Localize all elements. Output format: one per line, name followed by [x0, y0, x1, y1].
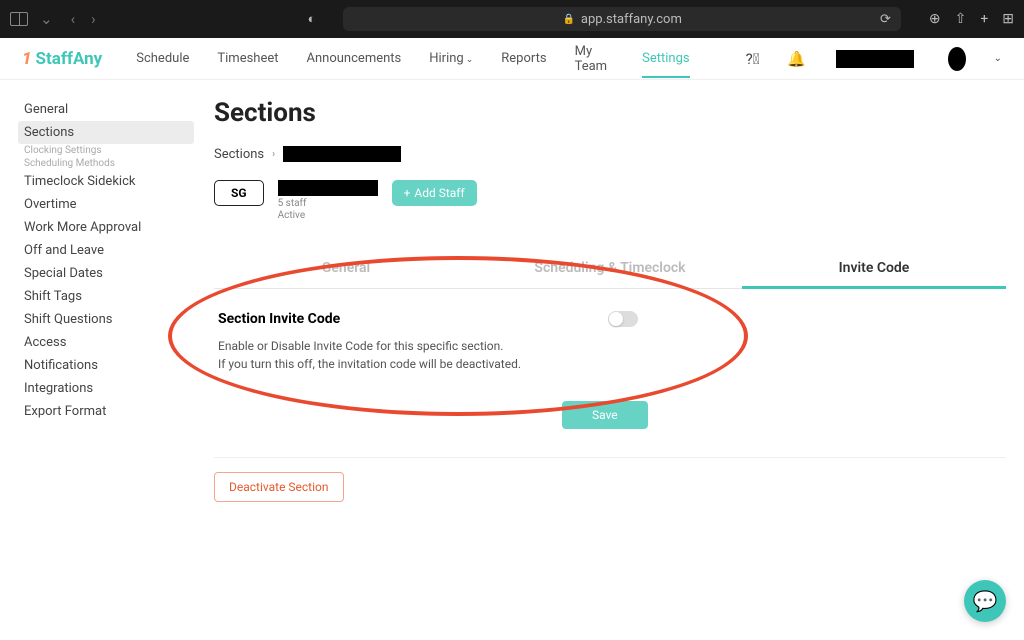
deactivate-section-button[interactable]: Deactivate Section — [214, 472, 344, 502]
tab-invitecode[interactable]: Invite Code — [742, 250, 1006, 289]
section-status: Active — [278, 210, 378, 222]
share-icon[interactable]: ⇧ — [955, 11, 967, 27]
breadcrumb-root[interactable]: Sections — [214, 147, 264, 162]
download-icon[interactable]: ⊕ — [929, 11, 941, 27]
sidebar-item-timeclock-sidekick[interactable]: Timeclock Sidekick — [18, 170, 194, 193]
help-icon[interactable]: ?⃝ — [746, 50, 760, 68]
sidebar-sub-scheduling[interactable]: Scheduling Methods — [18, 157, 194, 170]
section-name-redacted — [278, 180, 378, 196]
section-tabs: General Scheduling & Timeclock Invite Co… — [214, 250, 1006, 289]
sidebar-item-shiftquestions[interactable]: Shift Questions — [18, 308, 194, 331]
save-button[interactable]: Save — [562, 401, 648, 429]
add-staff-button[interactable]: + Add Staff — [392, 180, 477, 206]
country-chip[interactable]: SG — [214, 180, 264, 206]
sidebar-item-workmore[interactable]: Work More Approval — [18, 216, 194, 239]
chevron-right-icon: › — [272, 149, 275, 160]
browser-chrome: ⌄ ‹ › ◐ 🔒 app.staffany.com ⟳ ⊕ ⇧ + ⊞ — [0, 0, 1024, 38]
chevron-down-icon[interactable]: ⌄ — [994, 53, 1002, 64]
page-title: Sections — [214, 98, 1006, 128]
user-name-redacted — [836, 50, 914, 68]
nav-reports[interactable]: Reports — [501, 51, 546, 66]
nav-myteam[interactable]: My Team — [575, 44, 615, 74]
chat-icon: 💬 — [973, 589, 998, 613]
tabs-icon[interactable]: ⊞ — [1002, 11, 1014, 27]
logo-mark-icon: 1 — [22, 49, 32, 69]
chevron-down-icon[interactable]: ⌄ — [40, 10, 53, 28]
tab-general[interactable]: General — [214, 250, 478, 288]
shield-icon[interactable]: ◐ — [308, 11, 316, 27]
content-area: Sections Sections › SG 5 staff Active + … — [194, 98, 1006, 502]
sidebar-item-general[interactable]: General — [18, 98, 194, 121]
settings-sidebar: General Sections Clocking Settings Sched… — [18, 98, 194, 502]
tab-scheduling[interactable]: Scheduling & Timeclock — [478, 250, 742, 288]
new-tab-icon[interactable]: + — [980, 11, 988, 27]
reload-icon[interactable]: ⟳ — [880, 12, 891, 27]
add-staff-label: Add Staff — [414, 186, 464, 200]
sidebar-item-notifications[interactable]: Notifications — [18, 354, 194, 377]
brand-name: StaffAny — [36, 49, 103, 69]
sidebar-toggle-icon[interactable] — [10, 12, 28, 26]
sidebar-sub-clocking[interactable]: Clocking Settings — [18, 144, 194, 157]
brand-logo[interactable]: 1 StaffAny — [22, 49, 102, 69]
panel-desc-1: Enable or Disable Invite Code for this s… — [218, 337, 1002, 355]
breadcrumb: Sections › — [214, 146, 1006, 162]
avatar[interactable] — [948, 47, 966, 71]
invite-code-toggle[interactable] — [608, 311, 638, 327]
breadcrumb-section-redacted — [283, 146, 401, 162]
sidebar-item-specialdates[interactable]: Special Dates — [18, 262, 194, 285]
app-header: 1 StaffAny Schedule Timesheet Announceme… — [0, 38, 1024, 80]
sidebar-item-overtime[interactable]: Overtime — [18, 193, 194, 216]
sidebar-item-shifttags[interactable]: Shift Tags — [18, 285, 194, 308]
invite-code-panel: Section Invite Code Enable or Disable In… — [214, 289, 1006, 458]
chevron-down-icon: ⌄ — [466, 55, 474, 65]
intercom-launcher[interactable]: 💬 — [964, 580, 1006, 622]
nav-timesheet[interactable]: Timesheet — [217, 51, 278, 66]
back-icon[interactable]: ‹ — [71, 10, 76, 28]
url-text: app.staffany.com — [581, 12, 682, 27]
forward-icon[interactable]: › — [91, 10, 96, 28]
bell-icon[interactable]: 🔔 — [787, 50, 806, 68]
nav-announcements[interactable]: Announcements — [307, 51, 402, 66]
plus-icon: + — [404, 186, 411, 200]
url-bar[interactable]: 🔒 app.staffany.com ⟳ — [343, 7, 900, 31]
sidebar-item-exportformat[interactable]: Export Format — [18, 400, 194, 423]
sidebar-item-sections[interactable]: Sections — [18, 121, 194, 144]
sidebar-item-integrations[interactable]: Integrations — [18, 377, 194, 400]
sidebar-item-offleave[interactable]: Off and Leave — [18, 239, 194, 262]
panel-desc-2: If you turn this off, the invitation cod… — [218, 355, 1002, 373]
staff-count: 5 staff — [278, 198, 378, 210]
nav-settings[interactable]: Settings — [642, 51, 689, 78]
nav-hiring[interactable]: Hiring⌄ — [429, 51, 473, 66]
sidebar-item-access[interactable]: Access — [18, 331, 194, 354]
nav-schedule[interactable]: Schedule — [136, 51, 189, 66]
lock-icon: 🔒 — [562, 14, 574, 25]
